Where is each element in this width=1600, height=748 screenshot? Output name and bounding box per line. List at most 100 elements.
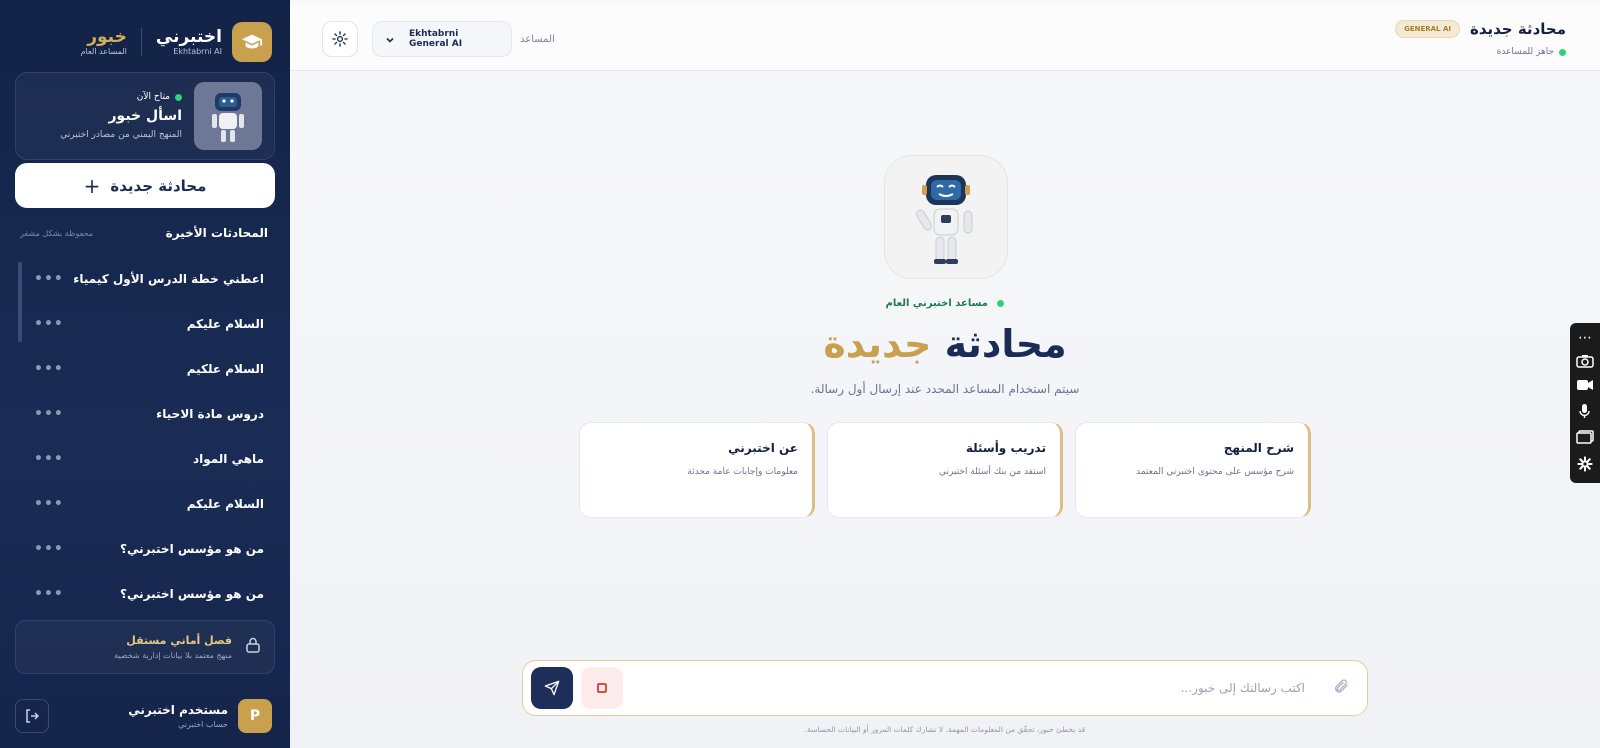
selected-model: Ekhtabrni General AI <box>409 29 463 49</box>
suggestion-cards: عن اختبرني معلومات وإجابات عامة محدثة تد… <box>579 422 1311 518</box>
video-camera-icon[interactable] <box>1576 379 1594 394</box>
user-name: مستخدم اختبرني <box>128 703 228 717</box>
more-options-icon[interactable]: ••• <box>34 541 64 557</box>
suggestion-card-curriculum[interactable]: شرح المنهج شرح مؤسس على محتوى اختبرني ال… <box>1075 422 1311 518</box>
chat-list-item[interactable]: السلام عليكم ••• <box>0 301 290 346</box>
chat-title: دروس مادة الاحياء <box>156 406 264 421</box>
chat-list-item[interactable]: من هو مؤسس اختبرني؟ ••• <box>0 571 290 616</box>
suggestion-card-practice[interactable]: تدريب وأسئلة استفد من بنك أسئلة اختبرني <box>827 422 1063 518</box>
encrypted-note: محفوظة بشكل مشفر <box>20 228 94 238</box>
more-options-icon[interactable]: ••• <box>34 406 64 422</box>
suggestion-card-about[interactable]: عن اختبرني معلومات وإجابات عامة محدثة <box>579 422 815 518</box>
ready-status: جاهز للمساعدة <box>1497 47 1566 57</box>
locked-card-title: فصل أماني مستقل <box>126 634 232 647</box>
chat-title: السلام عليكم <box>186 496 264 511</box>
ready-status-label: جاهز للمساعدة <box>1496 47 1554 57</box>
camera-icon[interactable] <box>1576 354 1594 371</box>
more-options-icon[interactable]: ••• <box>34 316 64 332</box>
page-title-part2: جديدة <box>823 322 932 366</box>
stop-button[interactable] <box>581 667 623 709</box>
chat-list-item[interactable]: ماهي المواد ••• <box>0 436 290 481</box>
microphone-icon[interactable] <box>1577 403 1593 422</box>
recent-chats-header: المحادثات الأخيرة محفوظة بشكل مشفر <box>20 226 268 240</box>
chat-header: محادثة جديدة GENERAL AI <box>1395 20 1566 38</box>
chat-title: من هو مؤسس اختبرني؟ <box>120 586 264 601</box>
page-title: محادثة جديدة <box>290 322 1600 366</box>
graduation-cap-icon <box>232 22 272 62</box>
chevron-down-icon <box>385 30 395 49</box>
more-options-icon[interactable]: ••• <box>34 271 64 287</box>
more-options-icon[interactable]: ••• <box>34 361 64 377</box>
user-account-type: حساب اختبرني <box>178 720 228 729</box>
brand[interactable]: اختبرني Ekhtabrni AI خبور المساعد العام <box>81 22 272 62</box>
brand-divider <box>140 28 142 56</box>
robot-avatar-icon <box>194 82 262 150</box>
hero-title: اسأل خبور <box>108 108 183 124</box>
assistant-brand-subtitle: المساعد العام <box>80 47 127 57</box>
new-chat-button[interactable]: محادثة جديدة + <box>15 163 275 208</box>
chat-list-item[interactable]: دروس مادة الاحياء ••• <box>0 391 290 436</box>
chat-title: السلام عليكم <box>186 316 264 331</box>
page-subtitle: سيتم استخدام المساعد المحدد عند إرسال أو… <box>810 382 1080 396</box>
message-input[interactable] <box>631 668 1315 708</box>
logout-button[interactable] <box>15 699 49 733</box>
assistant-tag-label: مساعد اختبرني العام <box>885 298 989 309</box>
brand-name: اختبرني <box>155 26 222 47</box>
chat-list-item[interactable]: من هو مؤسس اختبرني؟ ••• <box>0 526 290 571</box>
assistant-model-select[interactable]: Ekhtabrni General AI <box>372 21 512 57</box>
disclaimer-text: قد يخطئ خبور، تحقّق من المعلومات المهمة.… <box>804 725 1086 734</box>
top-bar: محادثة جديدة GENERAL AI جاهز للمساعدة Ek… <box>290 3 1600 71</box>
card-description: استفد من بنك أسئلة اختبرني <box>939 467 1046 477</box>
card-description: شرح مؤسس على محتوى اختبرني المعتمد <box>1136 467 1294 477</box>
recent-chats-title: المحادثات الأخيرة <box>165 226 268 240</box>
online-status-label: متاح الآن <box>136 92 170 102</box>
stop-icon <box>597 683 607 693</box>
assistant-hero-card[interactable]: متاح الآن اسأل خبور المنهج اليمني من مصا… <box>15 72 275 160</box>
chat-list-item[interactable]: السلام عليكم ••• <box>0 481 290 526</box>
chat-title: من هو مؤسس اختبرني؟ <box>120 541 264 556</box>
brand-subtitle: Ekhtabrni AI <box>173 47 222 57</box>
hero-subtitle: المنهج اليمني من مصادر اختبرني <box>60 130 182 140</box>
avatar[interactable]: P <box>238 699 272 733</box>
locked-semester-card[interactable]: فصل أماني مستقل منهج معتمد بلا بيانات إد… <box>15 620 275 674</box>
locked-card-subtitle: منهج معتمد بلا بيانات إدارية شخصية <box>114 651 232 660</box>
chat-list-item[interactable]: اعطني خطة الدرس الأول كيمياء ••• <box>0 256 290 301</box>
sidebar: اختبرني Ekhtabrni AI خبور المساعد العام … <box>0 0 290 748</box>
more-options-icon[interactable]: ••• <box>34 586 64 602</box>
send-icon <box>544 680 560 696</box>
lock-icon <box>246 637 260 657</box>
chat-title: السلام علكيم <box>186 361 264 376</box>
screen-icon[interactable] <box>1576 430 1594 447</box>
gear-icon <box>332 31 348 47</box>
user-profile: P مستخدم اختبرني حساب اختبرني <box>15 696 272 736</box>
card-title: شرح المنهج <box>1223 441 1294 455</box>
more-options-icon[interactable]: ••• <box>34 451 64 467</box>
assistant-tag: مساعد اختبرني العام <box>290 298 1600 309</box>
page-title-part1: محادثة <box>944 322 1067 366</box>
chat-title: ماهي المواد <box>192 451 264 466</box>
main-panel: محادثة جديدة GENERAL AI جاهز للمساعدة Ek… <box>290 0 1600 748</box>
message-composer <box>522 660 1368 716</box>
send-button[interactable] <box>531 667 573 709</box>
plus-icon: + <box>83 173 101 198</box>
paperclip-icon[interactable] <box>1323 678 1359 698</box>
ai-mode-badge: GENERAL AI <box>1395 20 1460 38</box>
model-label: المساعد <box>520 34 555 45</box>
new-chat-label: محادثة جديدة <box>110 176 207 195</box>
robot-mascot-icon <box>884 155 1008 279</box>
chat-list: اعطني خطة الدرس الأول كيمياء ••• السلام … <box>0 256 290 616</box>
link-more-icon[interactable]: ⋯ <box>1578 331 1592 345</box>
settings-button[interactable] <box>322 21 358 57</box>
status-dot-icon <box>1559 48 1566 56</box>
online-status: متاح الآن <box>28 92 182 102</box>
online-dot-icon <box>175 93 182 101</box>
card-title: تدريب وأسئلة <box>965 441 1046 455</box>
chat-title: محادثة جديدة <box>1469 20 1566 38</box>
status-dot-icon <box>997 299 1005 307</box>
more-options-icon[interactable]: ••• <box>34 496 64 512</box>
card-title: عن اختبرني <box>728 441 798 455</box>
chat-title: اعطني خطة الدرس الأول كيمياء <box>73 271 264 286</box>
chat-list-item[interactable]: السلام علكيم ••• <box>0 346 290 391</box>
logout-icon <box>26 709 40 723</box>
gear-icon[interactable] <box>1577 456 1593 475</box>
